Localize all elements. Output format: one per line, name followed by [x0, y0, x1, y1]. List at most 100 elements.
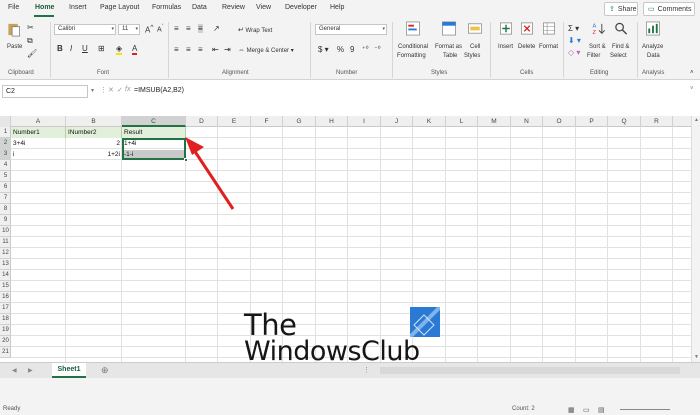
- column-header-p[interactable]: P: [576, 116, 608, 127]
- tab-formulas[interactable]: Formulas: [152, 4, 181, 11]
- format-painter-icon[interactable]: 🖌: [27, 49, 37, 58]
- row-header-11[interactable]: 11: [0, 237, 11, 248]
- copy-icon[interactable]: ⧉: [27, 36, 33, 46]
- column-header-f[interactable]: F: [251, 116, 283, 127]
- tab-data[interactable]: Data: [192, 4, 207, 11]
- column-header-r[interactable]: R: [641, 116, 673, 127]
- clear-icon[interactable]: ◇ ▾: [568, 48, 580, 57]
- decrease-font-icon[interactable]: Aˇ: [157, 24, 164, 33]
- orientation-icon[interactable]: ↗: [213, 24, 220, 33]
- page-break-view-icon[interactable]: ▤: [598, 406, 605, 414]
- increase-indent-icon[interactable]: ⇥: [224, 45, 231, 54]
- row-header-13[interactable]: 13: [0, 259, 11, 270]
- zoom-slider[interactable]: [620, 409, 670, 410]
- add-sheet-icon[interactable]: ⊕: [101, 365, 109, 376]
- column-header-b[interactable]: B: [66, 116, 122, 127]
- wrap-text-button[interactable]: ↵ Wrap Text: [238, 26, 272, 34]
- vertical-scrollbar[interactable]: ▲ ▼: [691, 116, 700, 362]
- underline-icon[interactable]: U: [82, 44, 88, 53]
- percent-icon[interactable]: %: [337, 45, 344, 54]
- name-box[interactable]: C2: [2, 85, 88, 98]
- tab-developer[interactable]: Developer: [285, 4, 317, 11]
- font-size-select[interactable]: 11 ▾: [118, 24, 140, 35]
- column-header-h[interactable]: H: [316, 116, 348, 127]
- align-bottom-icon[interactable]: ≡: [198, 24, 203, 33]
- column-header-a[interactable]: A: [11, 116, 66, 127]
- cell-a2[interactable]: 3+4i: [11, 138, 66, 149]
- cut-icon[interactable]: ✂: [27, 23, 34, 32]
- column-header-q[interactable]: Q: [608, 116, 641, 127]
- column-header-n[interactable]: N: [511, 116, 543, 127]
- horizontal-scrollbar[interactable]: [380, 367, 680, 374]
- column-header-m[interactable]: M: [478, 116, 511, 127]
- align-middle-icon[interactable]: ≡: [186, 24, 191, 33]
- cell-a1[interactable]: Number1: [11, 127, 66, 138]
- column-header-o[interactable]: O: [543, 116, 576, 127]
- column-header-j[interactable]: J: [381, 116, 413, 127]
- row-header-1[interactable]: 1: [0, 127, 11, 138]
- row-header-5[interactable]: 5: [0, 171, 11, 182]
- row-header-20[interactable]: 20: [0, 336, 11, 347]
- row-header-2[interactable]: 2: [0, 138, 11, 149]
- row-header-15[interactable]: 15: [0, 281, 11, 292]
- tab-review[interactable]: Review: [222, 4, 245, 11]
- share-button[interactable]: ⇪ Share: [604, 2, 638, 16]
- tab-help[interactable]: Help: [330, 4, 344, 11]
- autosum-icon[interactable]: Σ ▾: [568, 24, 579, 33]
- increase-decimal-icon[interactable]: ⁺⁰: [362, 45, 369, 53]
- tab-file[interactable]: File: [8, 4, 19, 11]
- column-header-c[interactable]: C: [122, 116, 186, 127]
- row-header-9[interactable]: 9: [0, 215, 11, 226]
- row-header-3[interactable]: 3: [0, 149, 11, 160]
- tab-insert[interactable]: Insert: [69, 4, 87, 11]
- align-right-icon[interactable]: ≡: [198, 45, 203, 54]
- insert-function-icon[interactable]: fx: [125, 86, 130, 93]
- select-all-corner[interactable]: [0, 116, 11, 127]
- column-header-g[interactable]: G: [283, 116, 316, 127]
- page-layout-view-icon[interactable]: ▭: [583, 406, 590, 414]
- font-color-icon[interactable]: A: [132, 44, 138, 55]
- row-header-7[interactable]: 7: [0, 193, 11, 204]
- decrease-indent-icon[interactable]: ⇤: [212, 45, 219, 54]
- comma-icon[interactable]: 9: [350, 45, 354, 54]
- tab-view[interactable]: View: [256, 4, 271, 11]
- cell-b1[interactable]: INumber2: [66, 127, 122, 138]
- fill-color-icon[interactable]: ◈: [116, 44, 123, 55]
- increase-font-icon[interactable]: A^: [145, 24, 153, 35]
- row-header-4[interactable]: 4: [0, 160, 11, 171]
- scroll-up-icon[interactable]: ▲: [694, 117, 699, 123]
- italic-icon[interactable]: I: [70, 44, 72, 53]
- tab-page-layout[interactable]: Page Layout: [100, 4, 139, 11]
- borders-icon[interactable]: ⊞: [98, 44, 105, 53]
- cancel-icon[interactable]: ✕: [108, 86, 114, 94]
- horizontal-scroll-handle[interactable]: ⋮: [363, 366, 370, 374]
- cell-c1[interactable]: Result: [122, 127, 186, 138]
- tab-home[interactable]: Home: [35, 4, 54, 11]
- align-top-icon[interactable]: ≡: [174, 24, 179, 33]
- comments-button[interactable]: ▭ Comments: [643, 2, 695, 16]
- formula-input[interactable]: =IMSUB(A2,B2): [134, 87, 184, 94]
- cell-b2[interactable]: 2: [66, 138, 122, 149]
- cell-a3[interactable]: i: [11, 149, 66, 160]
- row-header-12[interactable]: 12: [0, 248, 11, 259]
- cell-b3[interactable]: 1+2i: [66, 149, 122, 160]
- row-header-21[interactable]: 21: [0, 347, 11, 358]
- row-header-14[interactable]: 14: [0, 270, 11, 281]
- scroll-down-icon[interactable]: ▼: [694, 354, 699, 360]
- bold-icon[interactable]: B: [57, 44, 63, 53]
- sheet-tab-sheet1[interactable]: Sheet1: [52, 363, 86, 378]
- expand-formula-icon[interactable]: ˅: [690, 86, 694, 92]
- decrease-decimal-icon[interactable]: ⁻⁰: [374, 45, 381, 53]
- row-header-16[interactable]: 16: [0, 292, 11, 303]
- enter-icon[interactable]: ✓: [117, 86, 123, 94]
- prev-sheet-icon[interactable]: ◀: [12, 367, 17, 374]
- row-header-19[interactable]: 19: [0, 325, 11, 336]
- currency-icon[interactable]: $ ▾: [318, 45, 329, 54]
- align-center-icon[interactable]: ≡: [186, 45, 191, 54]
- number-format-select[interactable]: General ▾: [315, 24, 387, 35]
- column-header-i[interactable]: I: [348, 116, 381, 127]
- worksheet-grid[interactable]: ABCDEFGHIJKLMNOPQR 1 2 3 4 5 6 7 8 9 10 11 12 13 14 15…: [0, 116, 691, 362]
- collapse-ribbon-icon[interactable]: ˄: [690, 70, 694, 76]
- column-header-k[interactable]: K: [413, 116, 446, 127]
- font-name-select[interactable]: Calibri ▾: [54, 24, 116, 35]
